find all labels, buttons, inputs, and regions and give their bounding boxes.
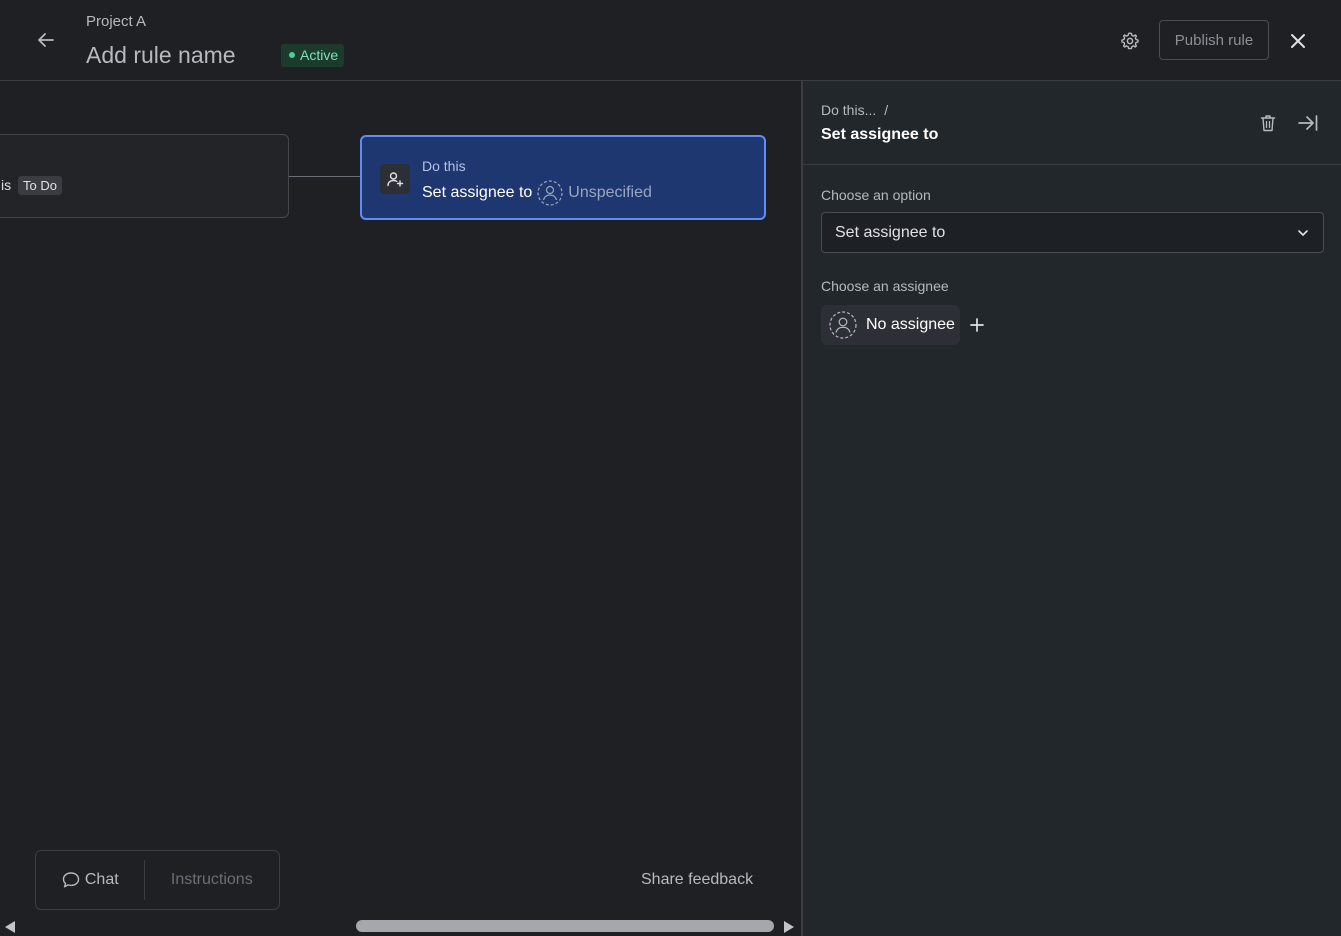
status-lozenge: To Do	[18, 176, 62, 195]
scroll-thumb[interactable]	[356, 920, 774, 932]
action-node[interactable]: Do this Set assignee to Unspecified	[360, 135, 766, 220]
trigger-prefix: is	[1, 177, 12, 193]
settings-button[interactable]	[1115, 26, 1145, 56]
action-value: Unspecified	[568, 184, 652, 201]
action-icon-box	[380, 164, 410, 194]
breadcrumb: Do this... /	[821, 102, 888, 118]
panel-header: Do this... / Set assignee to	[803, 81, 1341, 165]
option-label: Choose an option	[821, 187, 931, 203]
chat-label: Chat	[84, 871, 119, 888]
trigger-node[interactable]: is To Do	[0, 134, 289, 218]
plus-icon	[970, 318, 984, 332]
trash-icon	[1260, 115, 1276, 132]
close-button[interactable]	[1283, 26, 1313, 56]
project-name: Project A	[86, 13, 147, 30]
rule-name-field[interactable]: Add rule name	[86, 42, 236, 69]
action-label: Set assignee to	[422, 184, 533, 201]
breadcrumb-item[interactable]: Do this...	[821, 102, 876, 118]
breadcrumb-separator: /	[884, 102, 889, 118]
back-button[interactable]	[30, 24, 62, 56]
scroll-right-arrow[interactable]	[784, 921, 794, 933]
arrow-left-icon	[38, 33, 54, 47]
rule-header: Project A Add rule name Active Publish r…	[0, 0, 1341, 81]
collapse-panel-button[interactable]	[1295, 110, 1321, 136]
unassigned-avatar-icon	[537, 180, 563, 206]
status-text: Active	[300, 47, 339, 63]
gear-icon	[1121, 32, 1139, 50]
close-icon	[1291, 34, 1305, 48]
chat-bubble-icon	[62, 872, 80, 888]
person-add-icon	[387, 172, 404, 187]
option-select[interactable]: Set assignee to	[821, 212, 1324, 253]
add-assignee-button[interactable]	[967, 315, 987, 335]
collapse-panel-icon	[1298, 115, 1318, 131]
node-connector	[289, 176, 360, 177]
instructions-tab[interactable]: Instructions	[145, 860, 279, 900]
chat-tab[interactable]: Chat	[36, 860, 144, 900]
action-kicker: Do this	[422, 158, 466, 174]
trigger-condition: is To Do	[1, 176, 62, 195]
scroll-left-arrow[interactable]	[5, 921, 15, 933]
status-dot	[289, 52, 295, 58]
assignee-picker[interactable]: No assignee	[821, 305, 960, 345]
assignee-name: No assignee	[866, 316, 955, 333]
panel-title: Set assignee to	[821, 126, 939, 143]
unassigned-avatar-icon	[829, 311, 857, 339]
horizontal-scrollbar[interactable]	[0, 916, 801, 936]
chat-instructions-bar: Chat Instructions	[35, 850, 280, 910]
action-summary: Set assignee to Unspecified	[422, 180, 652, 206]
assignee-label: Choose an assignee	[821, 278, 949, 294]
chevron-down-icon	[1298, 230, 1308, 236]
action-config-panel: Do this... / Set assignee to Choose an op…	[801, 81, 1341, 936]
status-badge: Active	[281, 44, 345, 67]
option-select-value: Set assignee to	[835, 224, 946, 241]
delete-action-button[interactable]	[1255, 110, 1281, 136]
publish-rule-button[interactable]: Publish rule	[1159, 20, 1269, 60]
rule-canvas[interactable]: is To Do Do this Set assignee to Unspeci…	[0, 81, 801, 936]
share-feedback-link[interactable]: Share feedback	[641, 871, 753, 889]
